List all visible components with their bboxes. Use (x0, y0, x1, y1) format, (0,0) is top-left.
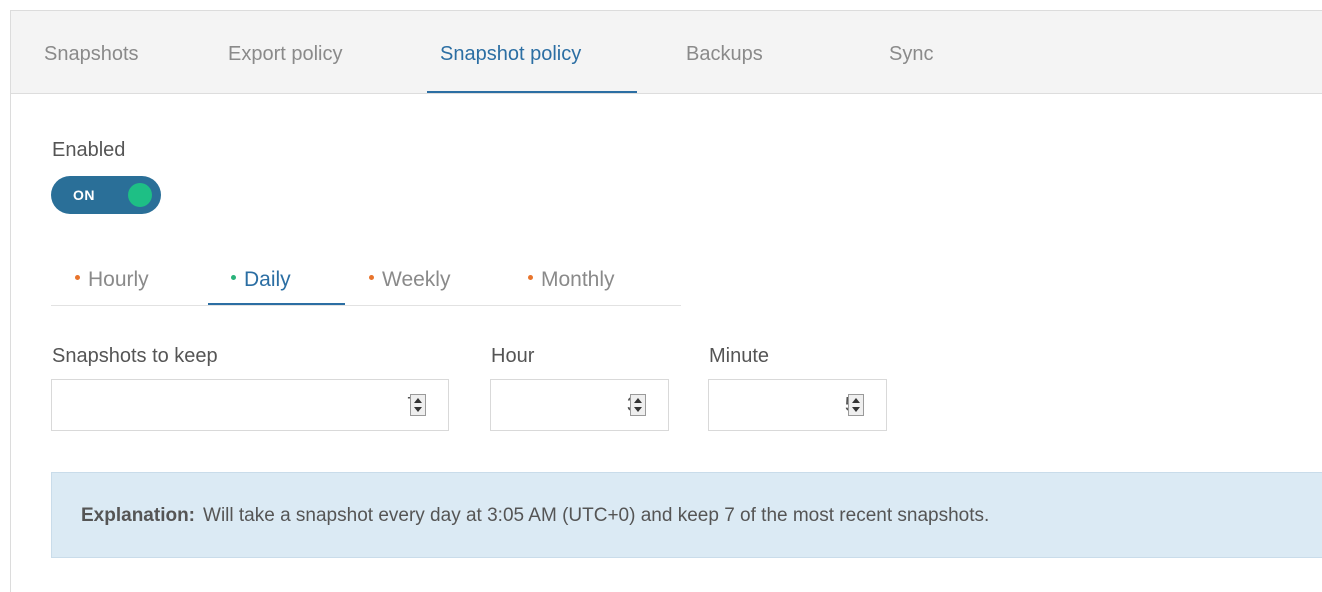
snapshots-to-keep-spinner[interactable] (410, 394, 426, 416)
schedule-tab-label: Hourly (88, 268, 149, 291)
snapshots-to-keep-input[interactable] (58, 380, 418, 430)
tab-sync[interactable]: Sync (889, 11, 933, 94)
schedule-tab-daily[interactable]: Daily (231, 258, 291, 305)
toggle-state-text: ON (73, 187, 95, 203)
minute-input[interactable] (715, 380, 856, 430)
spinner-up-icon[interactable] (414, 398, 422, 403)
minute-field (708, 379, 887, 431)
spinner-down-icon[interactable] (634, 407, 642, 412)
tab-snapshots[interactable]: Snapshots (44, 11, 139, 94)
explanation-title: Explanation: (81, 505, 196, 526)
tab-bar: Snapshots Export policy Snapshot policy … (11, 11, 1322, 94)
schedule-tab-label: Daily (244, 268, 291, 291)
tab-snapshot-policy[interactable]: Snapshot policy (440, 11, 581, 94)
enabled-label: Enabled (52, 139, 126, 161)
tab-backups[interactable]: Backups (686, 11, 763, 94)
active-tab-indicator (427, 91, 637, 93)
status-dot-icon (528, 274, 533, 280)
minute-spinner[interactable] (848, 394, 864, 416)
snapshot-policy-panel: Snapshots Export policy Snapshot policy … (10, 10, 1322, 592)
hour-spinner[interactable] (630, 394, 646, 416)
hour-input[interactable] (497, 380, 638, 430)
spinner-up-icon[interactable] (634, 398, 642, 403)
schedule-tab-hourly[interactable]: Hourly (75, 258, 149, 305)
snapshots-to-keep-label: Snapshots to keep (52, 345, 218, 367)
explanation-body: Will take a snapshot every day at 3:05 A… (203, 505, 990, 526)
hour-field (490, 379, 669, 431)
schedule-tab-weekly[interactable]: Weekly (369, 258, 450, 305)
tab-export-policy[interactable]: Export policy (228, 11, 343, 94)
spinner-up-icon[interactable] (852, 398, 860, 403)
explanation-text: Explanation: Will take a snapshot every d… (81, 473, 989, 559)
status-dot-icon (75, 274, 80, 280)
active-schedule-indicator (208, 303, 345, 305)
hour-label: Hour (491, 345, 535, 367)
explanation-box: Explanation: Will take a snapshot every d… (51, 472, 1322, 558)
schedule-tab-label: Weekly (382, 268, 451, 291)
spinner-down-icon[interactable] (852, 407, 860, 412)
schedule-tabs: Hourly Daily Weekly Monthly (51, 258, 681, 306)
schedule-tab-label: Monthly (541, 268, 615, 291)
status-dot-icon (369, 274, 374, 280)
enabled-toggle[interactable]: ON (51, 176, 161, 214)
spinner-down-icon[interactable] (414, 407, 422, 412)
minute-label: Minute (709, 345, 770, 367)
status-dot-icon (231, 274, 236, 280)
toggle-knob (128, 183, 152, 207)
schedule-tab-monthly[interactable]: Monthly (528, 258, 615, 305)
snapshots-to-keep-field (51, 379, 449, 431)
